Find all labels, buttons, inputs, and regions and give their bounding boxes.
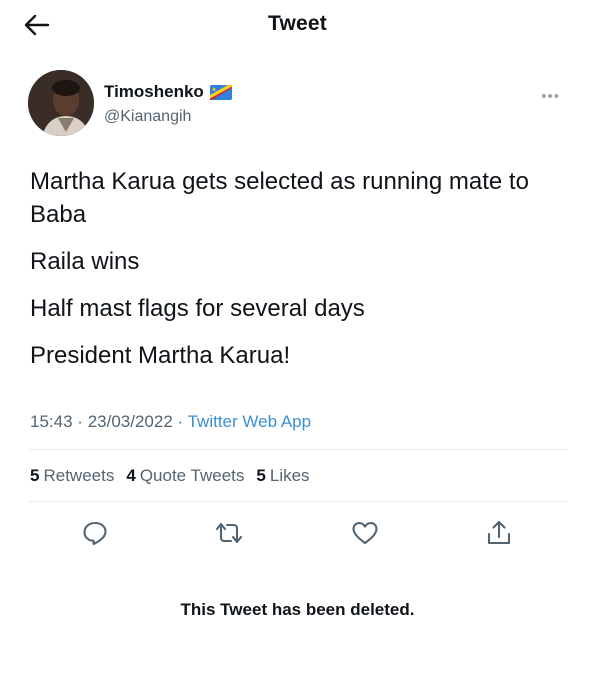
reply-button[interactable]	[80, 518, 110, 548]
divider	[28, 501, 568, 502]
more-dots-icon: •••	[541, 88, 560, 105]
dr-congo-flag-icon	[209, 84, 232, 100]
divider	[28, 449, 568, 450]
avatar-image	[28, 70, 94, 136]
tweet-line: Raila wins	[30, 248, 140, 275]
page-title: Tweet	[268, 12, 327, 35]
tweet-source-link[interactable]: Twitter Web App	[188, 412, 311, 431]
share-button[interactable]	[484, 518, 514, 548]
deleted-notice: This Tweet has been deleted.	[180, 600, 415, 619]
retweet-icon	[215, 522, 243, 544]
tweet-text: Martha Karua gets selected as running ma…	[30, 165, 575, 386]
like-icon	[352, 521, 378, 545]
retweet-button[interactable]	[214, 518, 244, 548]
tweet-time[interactable]: 15:43	[30, 412, 73, 431]
user-handle[interactable]: @Kianangih	[104, 108, 191, 126]
quotes-label: Quote Tweets	[139, 466, 245, 485]
tweet-meta: 15:43 · 23/03/2022 · Twitter Web App	[30, 412, 311, 432]
likes-stat[interactable]: 5 Likes	[256, 466, 309, 486]
reply-icon	[83, 521, 107, 546]
retweets-label: Retweets	[43, 466, 115, 485]
tweet-line: Martha Karua gets selected as running ma…	[30, 168, 529, 228]
likes-label: Likes	[269, 466, 310, 485]
meta-separator: ·	[77, 412, 83, 431]
quote-tweets-stat[interactable]: 4 Quote Tweets	[126, 466, 244, 486]
tweet-stats: 5 Retweets 4 Quote Tweets 5 Likes	[30, 466, 310, 486]
display-name-row[interactable]: Timoshenko	[104, 82, 232, 102]
retweets-stat[interactable]: 5 Retweets	[30, 466, 114, 486]
display-name: Timoshenko	[104, 82, 204, 101]
quotes-count: 4	[126, 466, 136, 485]
tweet-line: Half mast flags for several days	[30, 295, 365, 322]
more-options-button[interactable]: •••	[541, 88, 560, 105]
meta-separator: ·	[177, 412, 184, 431]
tweet-line: President Martha Karua!	[30, 342, 291, 369]
likes-count: 5	[256, 466, 266, 485]
like-button[interactable]	[350, 518, 380, 548]
retweets-count: 5	[30, 466, 40, 485]
tweet-actions	[28, 510, 568, 556]
share-icon	[487, 520, 511, 545]
avatar[interactable]	[28, 70, 94, 136]
top-bar: Tweet	[0, 0, 595, 52]
tweet-date[interactable]: 23/03/2022	[88, 412, 173, 431]
tweet-author: Timoshenko @Kianangih •••	[28, 70, 568, 140]
